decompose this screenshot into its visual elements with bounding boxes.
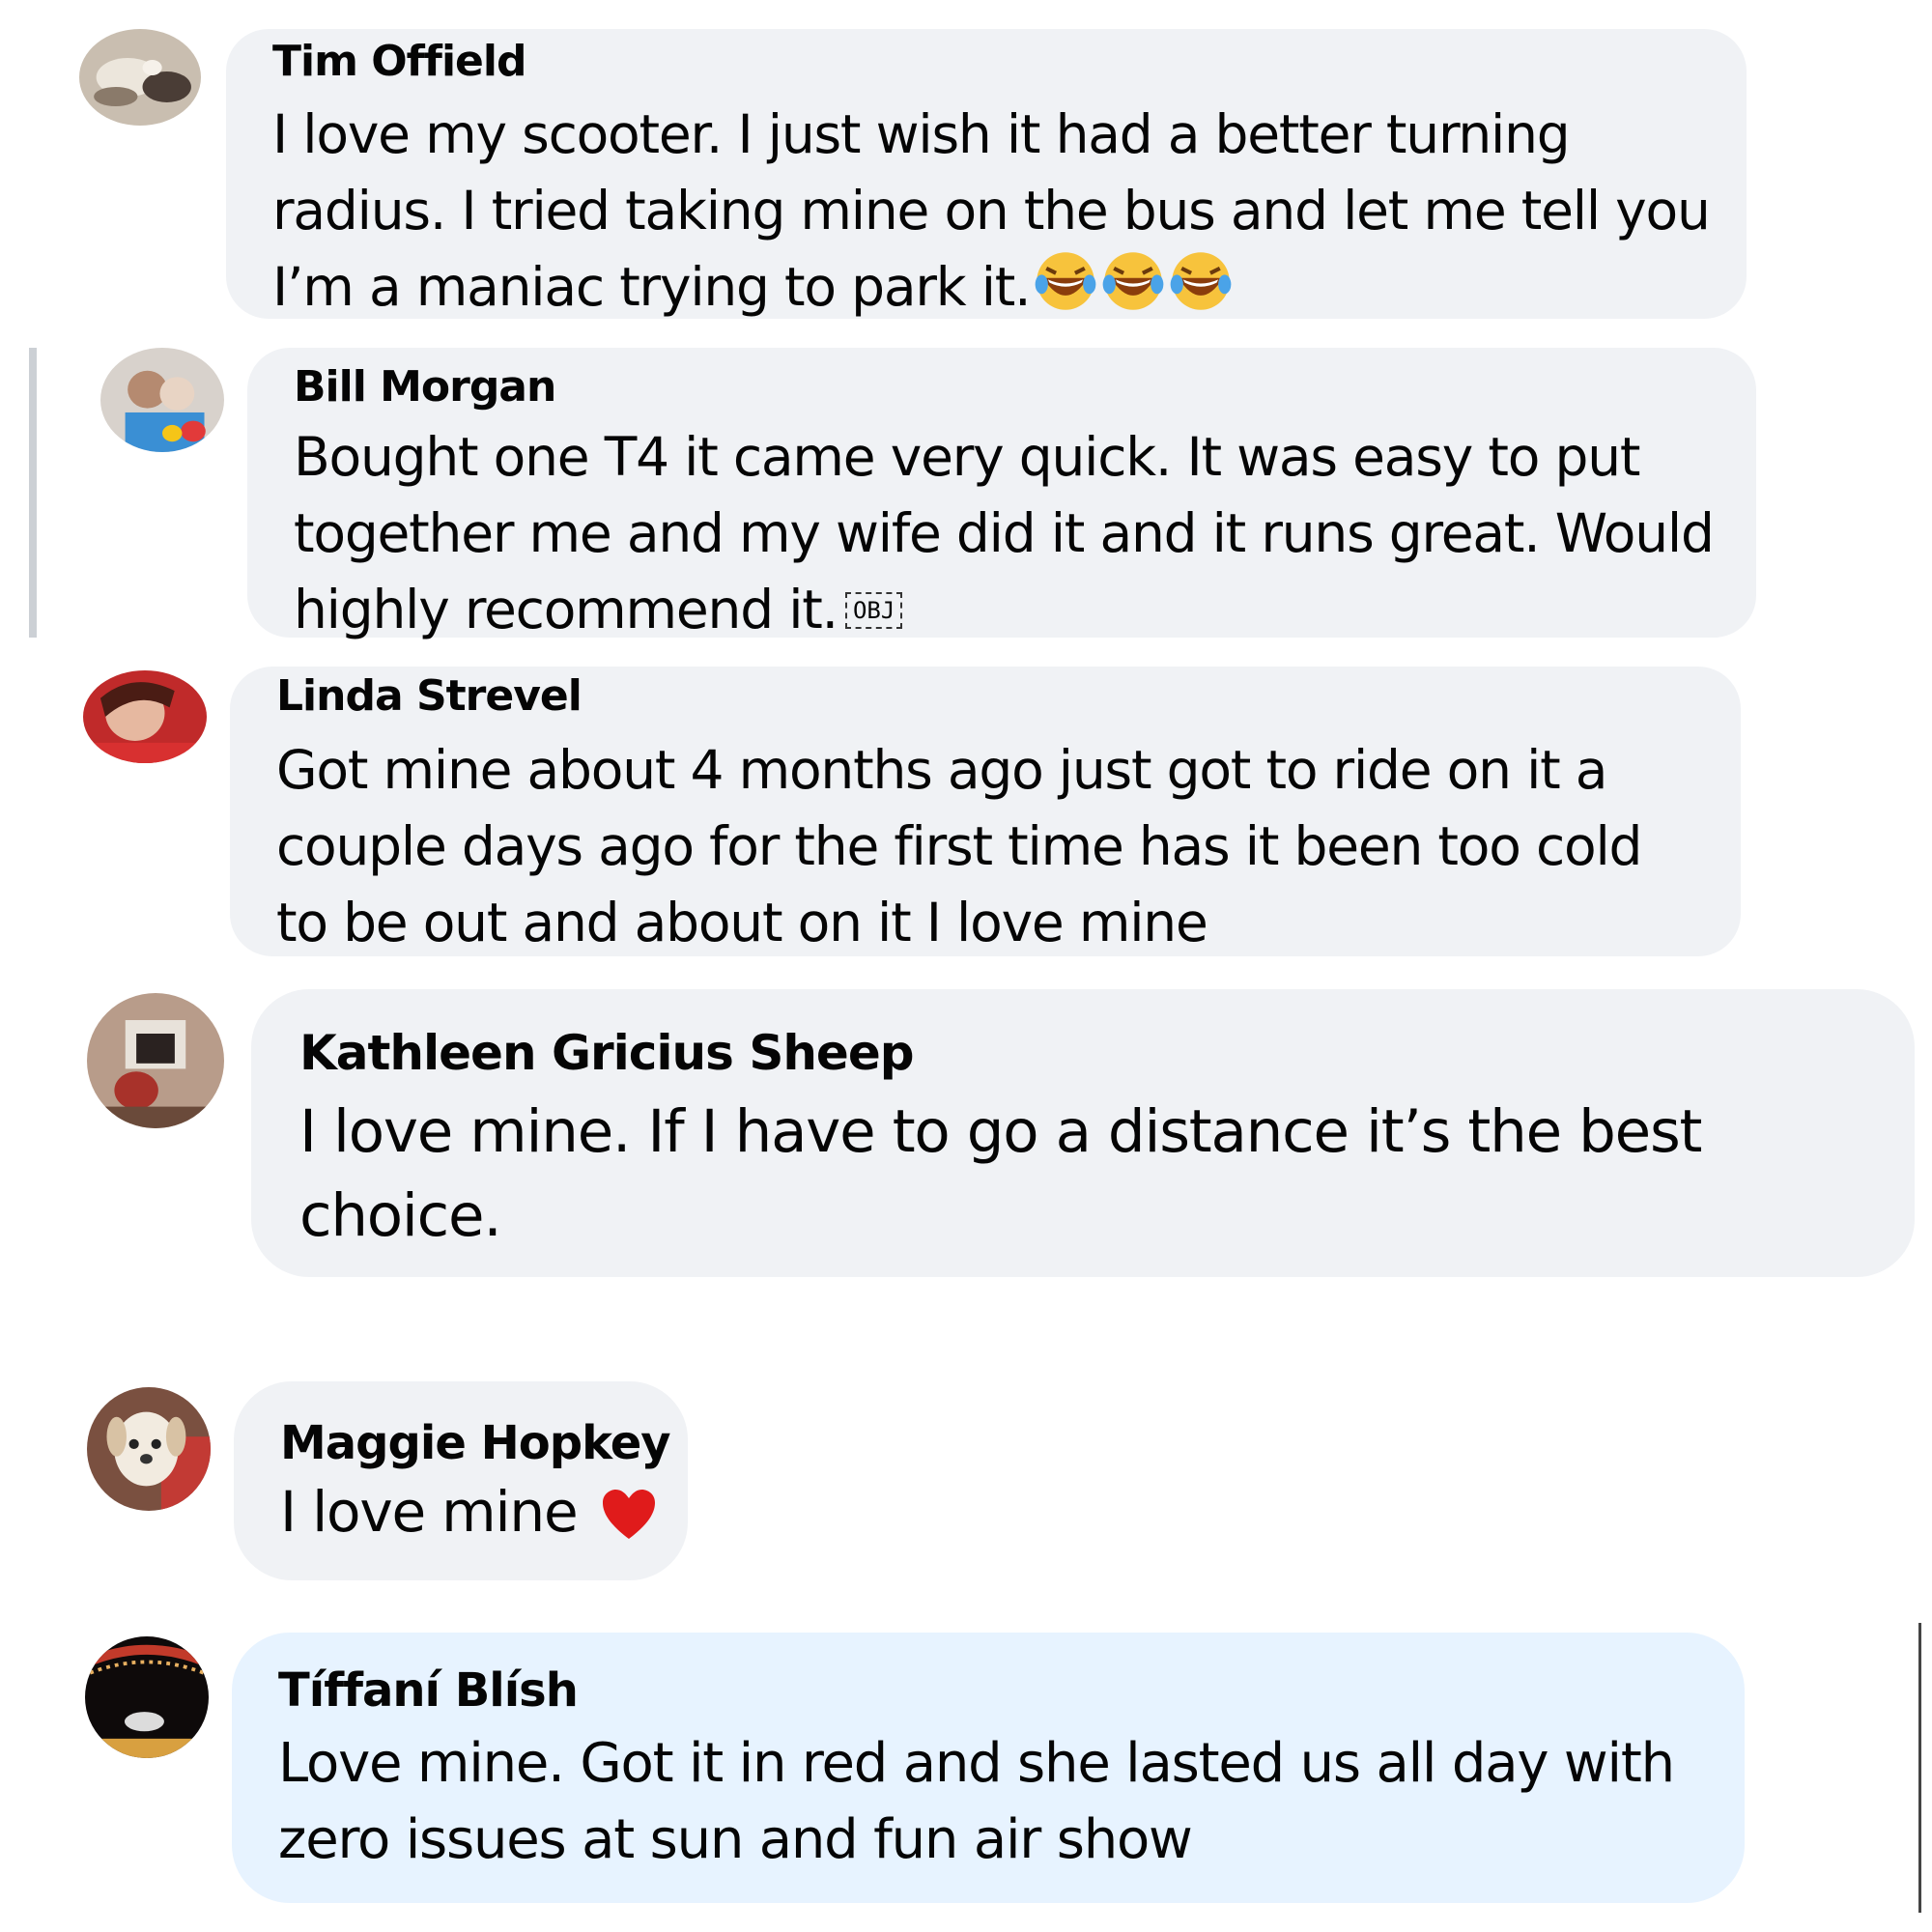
avatar[interactable]: [85, 1636, 209, 1758]
comment-text: Bought one T4 it came very quick. It was…: [294, 426, 1715, 640]
avatar[interactable]: [87, 993, 224, 1128]
comment-author[interactable]: Tíffaní Blísh: [278, 1663, 579, 1718]
red-heart-icon: [600, 1487, 658, 1545]
avatar[interactable]: [100, 348, 224, 452]
object-replacement-glyph: OBJ: [844, 592, 903, 629]
comment-author[interactable]: Bill Morgan: [294, 360, 556, 414]
scrollbar-edge[interactable]: [1918, 1623, 1921, 1913]
comment-text: I love mine. If I have to go a distance …: [299, 1097, 1702, 1250]
avatar[interactable]: [79, 29, 201, 126]
laughing-tears-icon: [1169, 249, 1233, 313]
comment-author[interactable]: Maggie Hopkey: [280, 1416, 671, 1470]
comment-author[interactable]: Linda Strevel: [276, 669, 582, 724]
comment-author[interactable]: Tim Offield: [272, 35, 526, 89]
comment-text: Love mine. Got it in red and she lasted …: [278, 1732, 1675, 1871]
comment-text: Got mine about 4 months ago just got to …: [276, 739, 1642, 953]
avatar[interactable]: [87, 1387, 211, 1511]
avatar[interactable]: [83, 670, 207, 763]
laughing-tears-icon: [1101, 249, 1165, 313]
comment-text: I love mine: [280, 1474, 658, 1550]
thread-line: [29, 348, 37, 638]
laughing-tears-icon: [1034, 249, 1097, 313]
comment-text: I love my scooter. I just wish it had a …: [272, 103, 1711, 318]
comment-author[interactable]: Kathleen Gricius Sheep: [299, 1026, 915, 1080]
